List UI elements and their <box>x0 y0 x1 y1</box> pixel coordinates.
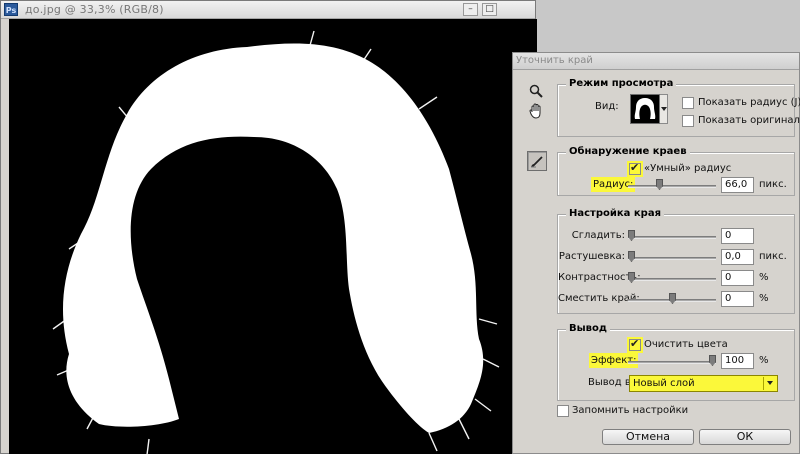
smooth-slider-track <box>628 236 716 239</box>
remember-settings-label: Запомнить настройки <box>572 405 689 416</box>
output-group: Вывод Очистить цвета Эффект: 100 % Вывод… <box>557 323 795 401</box>
show-radius-label: Показать радиус (J) <box>698 97 800 108</box>
hand-icon <box>529 103 541 119</box>
radius-slider[interactable] <box>628 179 716 190</box>
refine-radius-tool[interactable] <box>527 151 547 171</box>
smooth-slider-thumb[interactable] <box>628 230 635 241</box>
shift-edge-unit: % <box>759 293 769 304</box>
cancel-button[interactable]: Отмена <box>602 429 694 445</box>
maximize-button[interactable]: □ <box>482 3 497 16</box>
document-window: Ps до.jpg @ 33,3% (RGB/8) – □ <box>0 0 537 454</box>
photoshop-app-icon: Ps <box>4 3 18 16</box>
shift-edge-input[interactable]: 0 <box>721 291 754 307</box>
dialog-title: Уточнить край <box>516 55 593 66</box>
output-title: Вывод <box>566 323 610 334</box>
amount-input[interactable]: 100 <box>721 353 754 369</box>
smart-radius-checkbox[interactable] <box>627 161 643 177</box>
edge-detection-group: Обнаружение краев «Умный» радиус Радиус:… <box>557 146 795 196</box>
radius-slider-track <box>628 185 716 188</box>
contrast-slider-track <box>628 278 716 281</box>
contrast-input[interactable]: 0 <box>721 270 754 286</box>
contrast-label: Контрастность: <box>558 272 641 283</box>
feather-label: Растушевка: <box>558 251 625 262</box>
canvas[interactable] <box>9 19 537 454</box>
radius-input[interactable]: 66,0 <box>721 177 754 193</box>
document-titlebar[interactable]: Ps до.jpg @ 33,3% (RGB/8) – □ <box>1 1 535 19</box>
refine-radius-brush-icon <box>531 156 543 168</box>
radius-unit: пикс. <box>759 179 787 190</box>
refine-edge-dialog: Уточнить край Режим просмотра Вид: Показ… <box>512 52 800 454</box>
view-mode-dropdown-arrow[interactable] <box>660 94 668 124</box>
contrast-unit: % <box>759 272 769 283</box>
feather-unit: пикс. <box>759 251 787 262</box>
adjust-edge-title: Настройка края <box>566 208 665 219</box>
dialog-titlebar[interactable]: Уточнить край <box>513 53 799 70</box>
amount-unit: % <box>759 355 769 366</box>
edge-detection-title: Обнаружение краев <box>566 146 690 157</box>
decontaminate-colors-label: Очистить цвета <box>644 339 728 350</box>
feather-slider-thumb[interactable] <box>628 251 635 262</box>
feather-slider[interactable] <box>628 251 716 262</box>
shift-edge-slider[interactable] <box>628 293 716 304</box>
output-to-value: Новый слой <box>633 378 695 389</box>
show-original-label: Показать оригинал (P) <box>698 115 800 126</box>
ok-button[interactable]: ОК <box>699 429 791 445</box>
smooth-input[interactable]: 0 <box>721 228 754 244</box>
chevron-down-icon <box>763 377 776 390</box>
view-mode-title: Режим просмотра <box>566 78 677 89</box>
remember-settings-checkbox[interactable] <box>557 405 569 417</box>
minimize-button[interactable]: – <box>463 3 478 16</box>
view-label: Вид: <box>595 101 619 112</box>
smart-radius-label: «Умный» радиус <box>644 163 732 174</box>
output-to-select[interactable]: Новый слой <box>629 375 778 392</box>
contrast-slider[interactable] <box>628 272 716 283</box>
view-preview-icon <box>631 95 659 123</box>
view-mode-group: Режим просмотра Вид: Показать радиус (J)… <box>557 78 800 137</box>
output-to-label: Вывод в: <box>588 377 635 388</box>
photoshop-workspace: Ps до.jpg @ 33,3% (RGB/8) – □ Уточнить к… <box>0 0 800 454</box>
feather-input[interactable]: 0,0 <box>721 249 754 265</box>
amount-slider-thumb[interactable] <box>709 355 716 366</box>
feather-slider-track <box>628 257 716 260</box>
show-radius-checkbox[interactable] <box>682 97 694 109</box>
zoom-tool[interactable] <box>525 81 547 101</box>
hand-tool[interactable] <box>525 101 547 121</box>
amount-slider-track <box>628 361 716 364</box>
view-mode-thumbnail[interactable] <box>630 94 660 124</box>
show-original-checkbox[interactable] <box>682 115 694 127</box>
zoom-icon <box>529 84 543 98</box>
radius-slider-thumb[interactable] <box>656 179 663 190</box>
amount-slider[interactable] <box>628 355 716 366</box>
smooth-slider[interactable] <box>628 230 716 241</box>
hair-mask-image <box>9 19 537 454</box>
adjust-edge-group: Настройка края Сгладить: 0 Растушевка: 0… <box>557 208 795 314</box>
shift-edge-label: Сместить край: <box>558 293 640 304</box>
contrast-slider-thumb[interactable] <box>628 272 635 283</box>
document-title: до.jpg @ 33,3% (RGB/8) <box>25 3 164 16</box>
smooth-label: Сгладить: <box>571 230 625 241</box>
shift-edge-slider-thumb[interactable] <box>669 293 676 304</box>
decontaminate-colors-checkbox[interactable] <box>627 337 643 353</box>
